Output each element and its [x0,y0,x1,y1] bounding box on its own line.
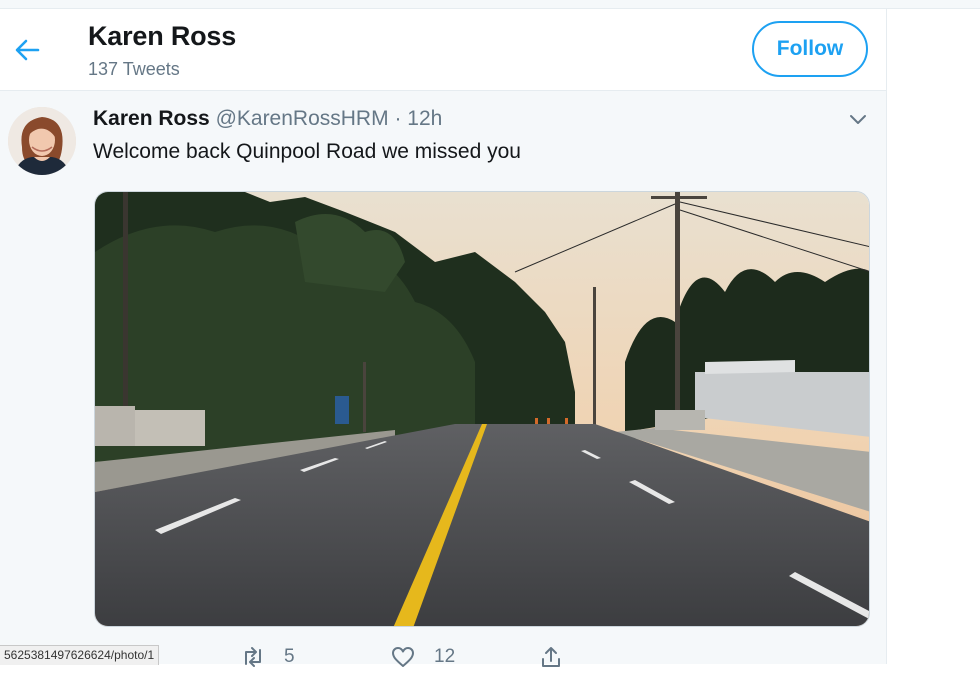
tweet-menu-button[interactable] [848,109,868,129]
browser-status-url: 5625381497626624/photo/1 [0,645,160,665]
road-photo [95,192,869,626]
tweet-timestamp[interactable]: 12h [407,107,442,130]
tweet-author-line: Karen Ross @KarenRossHRM · 12h [93,107,442,131]
avatar[interactable] [8,107,76,175]
tweet[interactable]: Karen Ross @KarenRossHRM · 12h Welcome b… [0,91,886,667]
retweet-count: 5 [284,646,295,667]
separator-dot: · [394,107,402,130]
avatar-image [8,107,76,175]
browser-top-edge [0,0,980,9]
share-button[interactable] [538,644,582,670]
retweet-icon [245,647,261,667]
heart-icon [392,647,414,667]
profile-name: Karen Ross [88,21,237,51]
back-button[interactable] [12,35,42,65]
tweet-author-name[interactable]: Karen Ross [93,107,210,130]
tweet-author-handle[interactable]: @KarenRossHRM [216,107,389,130]
retweet-button[interactable]: 5 [240,644,295,670]
tweet-text: Welcome back Quinpool Road we missed you [93,140,521,163]
tweet-photo[interactable] [94,191,870,627]
share-icon [542,647,560,667]
chevron-down-icon [850,115,866,124]
timeline-column: Karen Ross 137 Tweets Follow Karen Ross … [0,9,887,667]
like-count: 12 [434,646,456,667]
profile-header: Karen Ross 137 Tweets Follow [0,9,886,91]
right-sidebar [887,9,980,664]
arrow-left-icon [15,39,40,61]
follow-button[interactable]: Follow [752,21,868,77]
like-button[interactable]: 12 [390,644,455,670]
tweet-count: 137 Tweets [88,59,180,79]
